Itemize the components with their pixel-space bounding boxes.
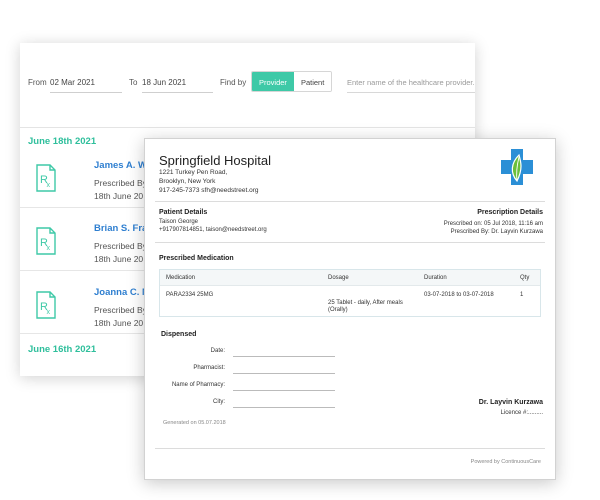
provider-toggle-button[interactable]: Provider — [252, 72, 294, 91]
prescription-rx-icon: R x — [36, 291, 56, 319]
find-by-label: Find by — [220, 78, 247, 87]
doctor-signature-name: Dr. Layvin Kurzawa — [478, 399, 543, 406]
qty-cell: 1 — [520, 292, 524, 298]
hospital-address-line: 1221 Turkey Pen Road, — [159, 169, 228, 176]
prescription-date-text: 18th June 20 — [94, 191, 144, 201]
to-date-input[interactable]: 18 Jun 2021 — [142, 73, 213, 93]
patient-name: Taison George — [159, 219, 199, 225]
hospital-name: Springfield Hospital — [159, 153, 272, 168]
column-header-duration: Duration — [424, 275, 447, 281]
from-date-input[interactable]: 02 Mar 2021 — [50, 73, 122, 93]
divider — [155, 201, 545, 202]
svg-text:x: x — [47, 245, 51, 252]
from-label: From — [28, 78, 47, 87]
prescription-date-text: 18th June 20 — [94, 254, 144, 264]
prescription-rx-icon: R x — [36, 227, 56, 255]
prescribed-by-text: Prescribed By — [94, 241, 147, 251]
duration-cell: 03-07-2018 to 03-07-2018 — [424, 292, 494, 298]
generated-on-text: Generated on 05.07.2018 — [163, 420, 226, 426]
pharmacist-label: Pharmacist: — [193, 365, 225, 371]
list-item[interactable]: R x James A. Wa Prescribed By 18th June … — [20, 160, 160, 220]
prescribed-by-text: Prescribed By — [94, 305, 147, 315]
prescribed-on-text: Prescribed on: 05 Jul 2018, 11:16 am — [443, 221, 543, 227]
date-group-header: June 18th 2021 — [28, 136, 97, 147]
divider — [20, 270, 160, 271]
prescribed-medication-title: Prescribed Medication — [159, 255, 234, 262]
hospital-contact: 917-245-7373 sfh@needstreet.org — [159, 187, 259, 194]
provider-search-input[interactable]: Enter name of the healthcare provider... — [347, 73, 475, 93]
dosage-cell-route: (Orally) — [328, 307, 348, 313]
powered-by-text: Powered by ContinuousCare — [470, 459, 541, 465]
hospital-cross-logo-icon — [501, 149, 533, 185]
licence-number: Licence #:......... — [500, 410, 543, 416]
prescription-document: Springfield Hospital 1221 Turkey Pen Roa… — [144, 138, 556, 480]
dispensed-title: Dispensed — [161, 331, 197, 338]
filter-bar: From 02 Mar 2021 To 18 Jun 2021 Find by … — [20, 43, 475, 123]
svg-text:x: x — [47, 309, 51, 316]
column-header-medication: Medication — [166, 275, 196, 281]
city-line — [233, 407, 335, 408]
patient-contact: +917907814851, taison@needstreet.org — [159, 227, 267, 233]
list-item[interactable]: R x Brian S. Fran Prescribed By 18th Jun… — [20, 223, 160, 283]
date-group-header: June 16th 2021 — [28, 344, 97, 355]
city-label: City: — [213, 399, 225, 405]
prescription-rx-icon: R x — [36, 164, 56, 192]
prescribed-by-text: Prescribed By: Dr. Layvin Kurzawa — [450, 229, 543, 235]
column-header-qty: Qty — [520, 275, 530, 281]
list-item[interactable]: R x Joanna C. Me Prescribed By 18th June… — [20, 287, 160, 347]
svg-text:x: x — [47, 182, 51, 189]
prescribed-by-text: Prescribed By — [94, 178, 147, 188]
divider — [20, 333, 160, 334]
divider — [20, 207, 160, 208]
dispensed-date-label: Date: — [210, 348, 225, 354]
divider — [20, 127, 475, 128]
hospital-address-line: Brooklyn, New York — [159, 178, 216, 185]
medication-table: Medication Dosage Duration Qty PARA2334 … — [159, 269, 541, 317]
prescription-details-title: Prescription Details — [477, 209, 543, 216]
dosage-cell: 25 Tablet - daily, After meals — [328, 300, 403, 306]
medication-cell: PARA2334 25MG — [166, 292, 214, 298]
find-by-toggle: Provider Patient — [251, 71, 333, 92]
pharmacy-name-line — [233, 390, 335, 391]
dispensed-date-line — [233, 356, 335, 357]
patient-toggle-button[interactable]: Patient — [293, 72, 332, 91]
divider — [155, 448, 545, 449]
pharmacist-line — [233, 373, 335, 374]
pharmacy-name-label: Name of Pharmacy: — [171, 382, 225, 388]
column-header-dosage: Dosage — [328, 275, 349, 281]
patient-details-title: Patient Details — [159, 209, 208, 216]
to-label: To — [129, 78, 138, 87]
prescription-date-text: 18th June 20 — [94, 318, 144, 328]
table-header-row: Medication Dosage Duration Qty — [160, 270, 540, 286]
divider — [155, 242, 545, 243]
